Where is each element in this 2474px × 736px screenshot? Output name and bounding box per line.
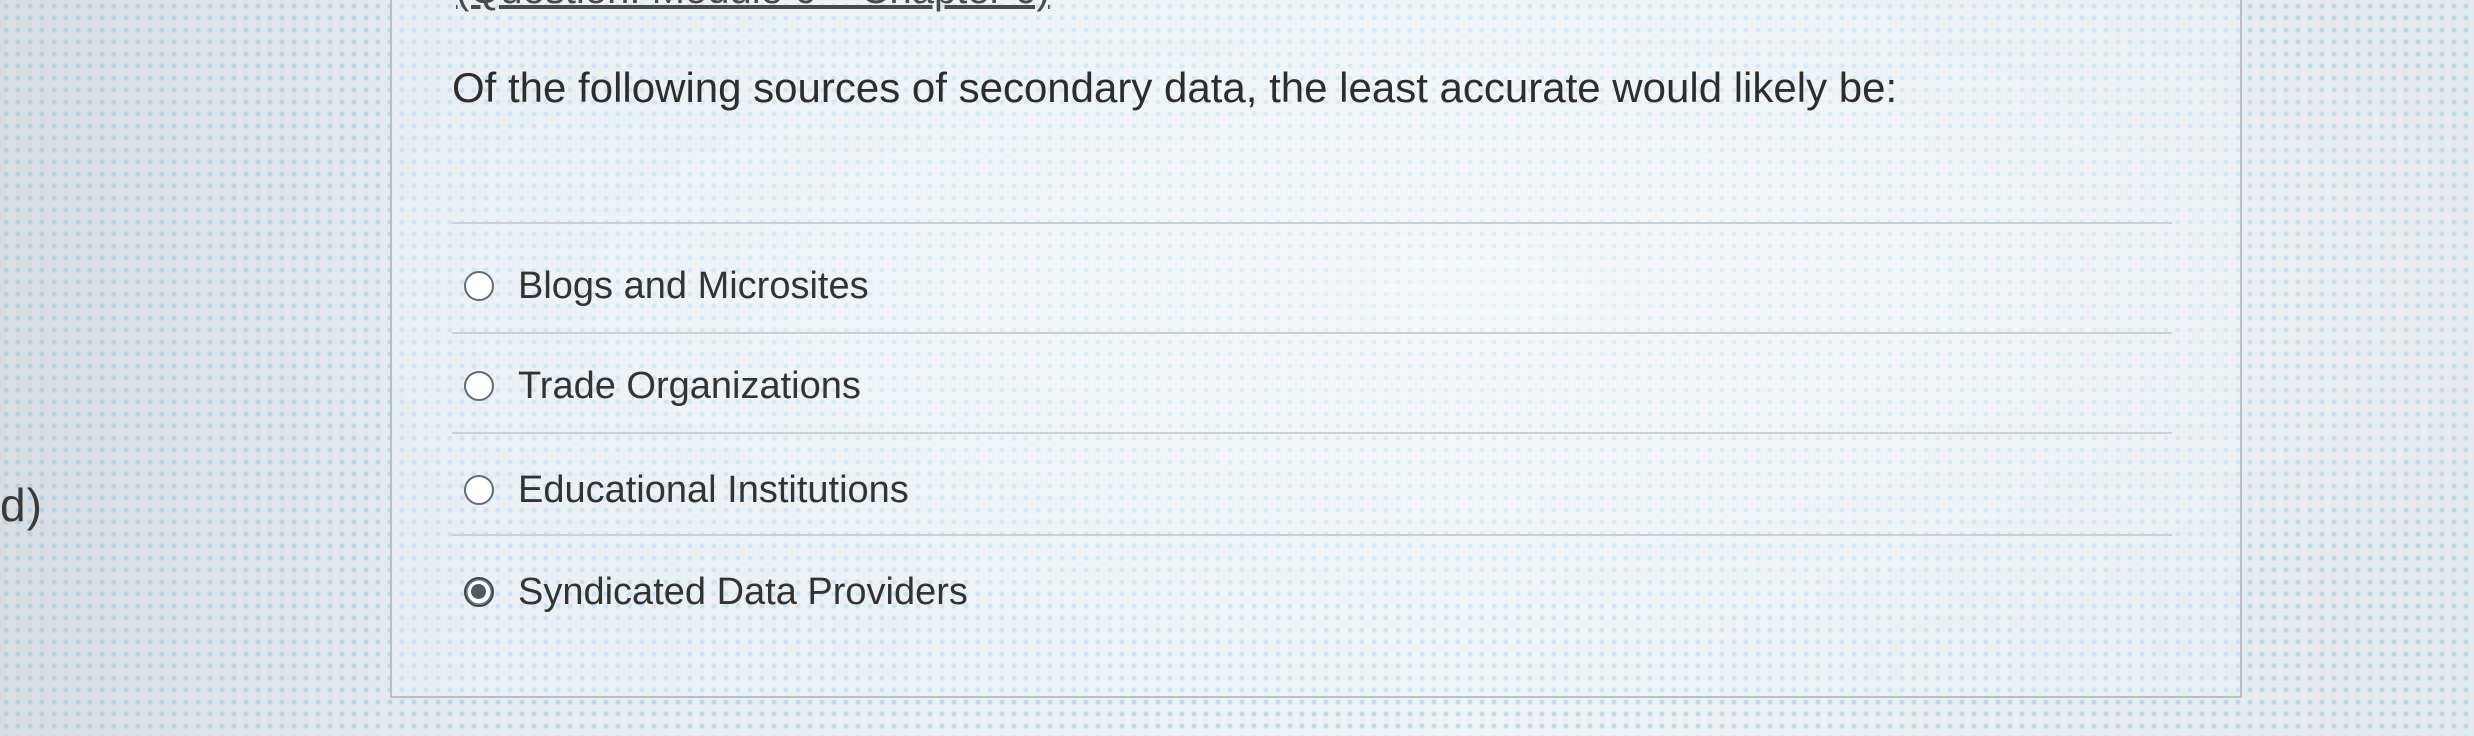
previous-question-fragment: d)	[0, 479, 43, 531]
radio-button-checked[interactable]	[464, 577, 494, 607]
option-trade-organizations[interactable]: Trade Organizations	[464, 354, 861, 418]
option-blogs-and-microsites[interactable]: Blogs and Microsites	[464, 254, 869, 318]
question-text: Of the following sources of secondary da…	[452, 64, 1898, 111]
radio-button-unchecked[interactable]	[464, 271, 494, 301]
option-label: Syndicated Data Providers	[518, 570, 968, 613]
radio-button-unchecked[interactable]	[464, 371, 494, 401]
option-syndicated-data-providers[interactable]: Syndicated Data Providers	[464, 560, 968, 624]
option-label: Blogs and Microsites	[518, 264, 869, 307]
option-educational-institutions[interactable]: Educational Institutions	[464, 458, 909, 522]
radio-button-unchecked[interactable]	[464, 475, 494, 505]
question-header: (Question: Module 6 – Chapter 6)	[456, 0, 1050, 13]
option-label: Trade Organizations	[518, 364, 861, 407]
divider	[452, 432, 2172, 434]
divider	[452, 534, 2172, 536]
divider	[452, 222, 2172, 224]
option-label: Educational Institutions	[518, 468, 909, 511]
question-card: (Question: Module 6 – Chapter 6) Of the …	[390, 0, 2242, 698]
divider	[452, 332, 2172, 334]
